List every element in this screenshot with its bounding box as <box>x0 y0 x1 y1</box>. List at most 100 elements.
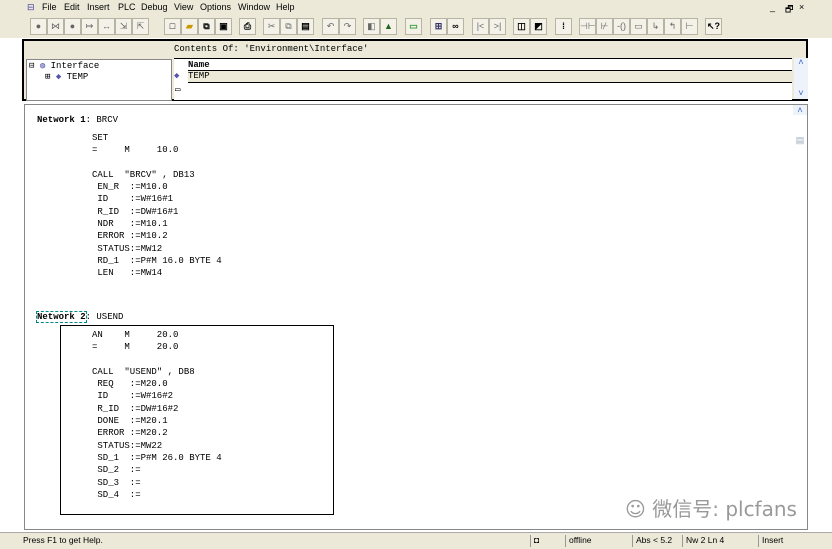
monitor-icon[interactable]: ∞ <box>447 18 464 35</box>
menu-file[interactable]: File <box>42 2 57 12</box>
editor-scrollbar[interactable]: ˄ ▤ <box>793 105 807 529</box>
code-line[interactable]: R_ID :=DW#16#1 <box>92 206 222 218</box>
contact-no-icon[interactable]: ⊣⊢ <box>579 18 596 35</box>
code-line[interactable]: = M 10.0 <box>92 144 222 156</box>
connection-icon[interactable]: ⊢ <box>681 18 698 35</box>
code-line[interactable]: REQ :=M20.0 <box>92 378 222 390</box>
status-position: Nw 2 Ln 4 <box>682 535 756 547</box>
code-line[interactable]: NDR :=M10.1 <box>92 218 222 230</box>
download-icon[interactable]: ▲ <box>380 18 397 35</box>
help-pointer-icon[interactable]: ↖? <box>705 18 722 35</box>
code-line[interactable]: RD_1 :=P#M 16.0 BYTE 4 <box>92 255 221 267</box>
code-line[interactable]: ERROR :=M10.2 <box>92 230 222 242</box>
overview-icon[interactable]: ◫ <box>513 18 530 35</box>
code-line[interactable]: AN M 20.0 <box>92 329 222 341</box>
code-line[interactable]: SD_2 := <box>92 464 222 476</box>
code-line[interactable]: SET <box>92 132 222 144</box>
scroll-down-icon[interactable]: ˅ <box>794 89 808 99</box>
variable-icon: ◆ <box>55 72 62 82</box>
tool-icon[interactable]: |< <box>472 18 489 35</box>
print-icon[interactable]: ⎙ <box>239 18 256 35</box>
code-line[interactable]: ERROR :=M20.2 <box>92 427 222 439</box>
branch-close-icon[interactable]: ↰ <box>664 18 681 35</box>
column-header-name[interactable]: Name <box>188 60 792 71</box>
contents-scrollbar[interactable]: ˄ ˅ <box>794 58 808 99</box>
tool-icon[interactable]: ⁞ <box>555 18 572 35</box>
contact-nc-icon[interactable]: ⊬ <box>596 18 613 35</box>
code-line[interactable]: LEN :=MW14 <box>92 267 222 279</box>
tool-icon[interactable]: ⊞ <box>430 18 447 35</box>
network-title: Network 2 <box>36 311 87 323</box>
code-line[interactable]: R_ID :=DW#16#2 <box>92 403 222 415</box>
code-line[interactable]: = M 20.0 <box>92 341 222 353</box>
details-icon[interactable]: ◩ <box>530 18 547 35</box>
menu-edit[interactable]: Edit <box>64 2 80 12</box>
code-line[interactable]: DONE :=M20.1 <box>92 415 222 427</box>
cut-icon[interactable]: ✂ <box>263 18 280 35</box>
network-1-header[interactable]: Network 1: BRCV <box>37 115 118 125</box>
code-line[interactable]: SD_3 := <box>92 477 222 489</box>
box-icon[interactable]: ▭ <box>630 18 647 35</box>
tool-icon[interactable]: ● <box>64 18 81 35</box>
network-name: : USEND <box>85 312 124 322</box>
scroll-up-icon[interactable]: ˄ <box>794 58 808 68</box>
undo-icon[interactable]: ↶ <box>322 18 339 35</box>
paste-icon[interactable]: ▤ <box>297 18 314 35</box>
tool-icon[interactable]: ▭ <box>405 18 422 35</box>
tool-icon[interactable]: ◧ <box>363 18 380 35</box>
tool-icon[interactable]: ⇲ <box>115 18 132 35</box>
scroll-up-icon[interactable]: ˄ <box>793 105 807 115</box>
tool-icon[interactable]: ⋈ <box>47 18 64 35</box>
minimize-button[interactable]: _ <box>770 2 775 12</box>
coil-icon[interactable]: -() <box>613 18 630 35</box>
network-2-header[interactable]: Network 2: USEND <box>36 311 124 323</box>
menu-window[interactable]: Window <box>238 2 270 12</box>
expand-icon[interactable]: ⊞ <box>45 72 50 82</box>
open-icon[interactable]: ▰ <box>181 18 198 35</box>
copy-icon[interactable]: ⧉ <box>280 18 297 35</box>
tree-item-temp[interactable]: ⊞ ◆ TEMP <box>45 72 88 82</box>
network-1-code[interactable]: SET = M 10.0 CALL "BRCV" , DB13 EN_R :=M10… <box>92 132 222 280</box>
code-line[interactable] <box>92 157 222 169</box>
accessible-nodes-icon[interactable]: ⧉ <box>198 18 215 35</box>
code-editor[interactable]: ˄ ▤ Network 1: BRCV SET = M 10.0 CALL "BRC… <box>24 104 808 530</box>
menu-insert[interactable]: Insert <box>87 2 110 12</box>
code-line[interactable]: STATUS:=MW12 <box>92 243 222 255</box>
tool-icon[interactable]: ↔ <box>98 18 115 35</box>
tool-icon[interactable]: >| <box>489 18 506 35</box>
new-icon[interactable]: □ <box>164 18 181 35</box>
branch-icon[interactable]: ↳ <box>647 18 664 35</box>
save-icon[interactable]: ▣ <box>215 18 232 35</box>
collapse-icon[interactable]: ⊟ <box>29 61 34 71</box>
code-line[interactable]: ID :=W#16#2 <box>92 390 222 402</box>
tool-icon[interactable]: ● <box>30 18 47 35</box>
code-line[interactable]: STATUS:=MW22 <box>92 440 222 452</box>
status-help: Press F1 to get Help. <box>23 535 103 545</box>
status-bar: Press F1 to get Help. ◘ offline Abs < 5.… <box>0 532 832 549</box>
code-line[interactable]: CALL "USEND" , DB8 <box>92 366 222 378</box>
close-button[interactable]: × <box>799 2 804 12</box>
code-line[interactable]: SD_1 :=P#M 26.0 BYTE 4 <box>92 452 221 464</box>
status-abs: Abs < 5.2 <box>632 535 681 547</box>
table-row[interactable]: TEMP <box>188 71 792 83</box>
network-2-code[interactable]: AN M 20.0 = M 20.0 CALL "USEND" , DB8 REQ … <box>92 329 222 501</box>
code-line[interactable]: CALL "BRCV" , DB13 <box>92 169 222 181</box>
menu-help[interactable]: Help <box>276 2 295 12</box>
scroll-thumb[interactable]: ▤ <box>793 135 807 146</box>
menu-debug[interactable]: Debug <box>141 2 168 12</box>
code-line[interactable] <box>92 354 222 366</box>
code-line[interactable]: EN_R :=M10.0 <box>92 181 222 193</box>
menu-options[interactable]: Options <box>200 2 231 12</box>
contents-title: Contents Of: 'Environment\Interface' <box>174 44 369 54</box>
tree-item-interface[interactable]: ⊟ ◍ Interface <box>29 61 99 71</box>
status-insert: Insert <box>758 535 792 547</box>
code-line[interactable]: SD_4 := <box>92 489 222 501</box>
network-title: Network 1 <box>37 115 86 125</box>
code-line[interactable]: ID :=W#16#1 <box>92 193 222 205</box>
tool-icon[interactable]: ↦ <box>81 18 98 35</box>
menu-plc[interactable]: PLC <box>118 2 136 12</box>
tool-icon[interactable]: ⇱ <box>132 18 149 35</box>
redo-icon[interactable]: ↷ <box>339 18 356 35</box>
network-name: : BRCV <box>85 115 119 125</box>
menu-view[interactable]: View <box>174 2 193 12</box>
